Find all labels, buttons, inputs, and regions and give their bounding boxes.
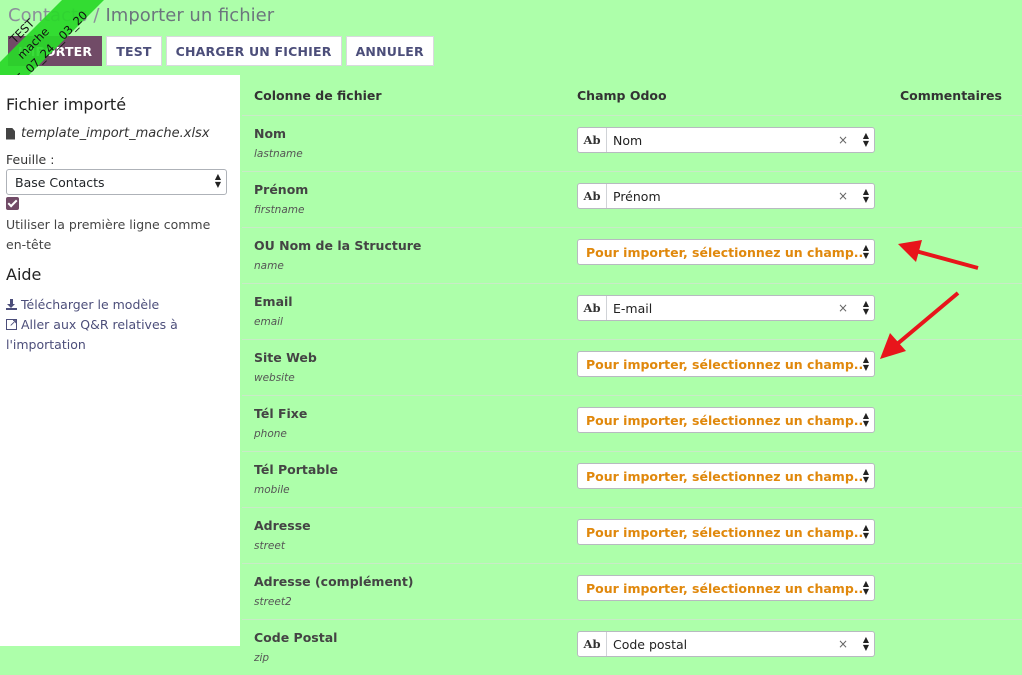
load-file-button[interactable]: CHARGER UN FICHIER — [165, 36, 342, 66]
file-column-name: Code Postal — [254, 630, 338, 645]
table-row: Tél Fixe phone Pour importer, sélectionnez… — [242, 395, 1022, 451]
select-arrows-icon: ▲ ▼ — [862, 355, 869, 372]
sidebar: Fichier importé template_import_mache.xl… — [0, 75, 240, 646]
file-column-key: email — [254, 316, 283, 328]
char-type-icon: Ab — [578, 128, 607, 152]
faq-link-label: Aller aux Q&R relatives à l'importation — [6, 317, 178, 352]
odoo-field-select[interactable]: Pour importer, sélectionnez un champ... ▲… — [577, 463, 875, 489]
help-title: Aide — [6, 265, 42, 284]
table-row: Code Postal zip Ab Code postal × ▲ ▼ — [242, 619, 1022, 675]
select-arrows-icon: ▲ ▼ — [862, 299, 869, 316]
first-line-header-checkbox[interactable] — [6, 197, 19, 210]
file-icon — [6, 127, 15, 140]
file-column-name: Prénom — [254, 182, 309, 197]
file-column-key: mobile — [254, 484, 290, 496]
external-link-icon — [6, 314, 17, 334]
faq-link[interactable]: Aller aux Q&R relatives à l'importation — [6, 314, 234, 354]
file-column-name: Adresse — [254, 518, 311, 533]
download-icon — [6, 299, 17, 310]
select-arrows-icon: ▲ ▼ — [862, 187, 869, 204]
odoo-field-select[interactable]: Ab E-mail × ▲ ▼ — [577, 295, 875, 321]
file-column-key: firstname — [254, 204, 305, 216]
file-line: template_import_mache.xlsx — [6, 126, 210, 141]
sheet-select-value: Base Contacts — [15, 174, 105, 190]
cancel-button[interactable]: ANNULER — [345, 36, 434, 66]
field-placeholder: Pour importer, sélectionnez un champ... — [586, 244, 869, 260]
odoo-field-select[interactable]: Ab Prénom × ▲ ▼ — [577, 183, 875, 209]
file-column-name: OU Nom de la Structure — [254, 238, 422, 253]
select-arrows-icon: ▲ ▼ — [214, 172, 221, 189]
odoo-field-select[interactable]: Pour importer, sélectionnez un champ... ▲… — [577, 239, 875, 265]
file-column-name: Nom — [254, 126, 287, 141]
odoo-field-select[interactable]: Ab Nom × ▲ ▼ — [577, 127, 875, 153]
table-row: Tél Portable mobile Pour importer, sélecti… — [242, 451, 1022, 507]
file-column-key: phone — [254, 428, 287, 440]
column-header-comments: Commentaires — [900, 88, 1002, 103]
file-column-name: Site Web — [254, 350, 317, 365]
file-column-key: street2 — [254, 596, 292, 608]
select-arrows-icon: ▲ ▼ — [862, 635, 869, 652]
file-column-key: name — [254, 260, 284, 272]
field-value: E-mail — [613, 300, 653, 316]
table-row: Site Web website Pour importer, sélectionn… — [242, 339, 1022, 395]
table-row: Prénom firstname Ab Prénom × ▲ ▼ — [242, 171, 1022, 227]
select-arrows-icon: ▲ ▼ — [862, 579, 869, 596]
file-column-key: website — [254, 372, 295, 384]
column-header-odoo: Champ Odoo — [577, 88, 667, 103]
field-placeholder: Pour importer, sélectionnez un champ... — [586, 580, 869, 596]
file-column-key: street — [254, 540, 285, 552]
char-type-icon: Ab — [578, 632, 607, 656]
odoo-field-select[interactable]: Pour importer, sélectionnez un champ... ▲… — [577, 407, 875, 433]
table-row: Adresse (complément) street2 Pour importer… — [242, 563, 1022, 619]
odoo-field-select[interactable]: Pour importer, sélectionnez un champ... ▲… — [577, 351, 875, 377]
table-row: Email email Ab E-mail × ▲ ▼ — [242, 283, 1022, 339]
char-type-icon: Ab — [578, 184, 607, 208]
field-value: Nom — [613, 132, 643, 148]
first-line-header-label: Utiliser la première ligne comme en-tête — [6, 217, 211, 252]
clear-icon[interactable]: × — [838, 301, 848, 315]
download-template-link[interactable]: Télécharger le modèle — [6, 295, 234, 315]
char-type-icon: Ab — [578, 296, 607, 320]
clear-icon[interactable]: × — [838, 133, 848, 147]
file-column-name: Email — [254, 294, 293, 309]
select-arrows-icon: ▲ ▼ — [862, 131, 869, 148]
odoo-field-select[interactable]: Pour importer, sélectionnez un champ... ▲… — [577, 575, 875, 601]
field-placeholder: Pour importer, sélectionnez un champ... — [586, 356, 869, 372]
select-arrows-icon: ▲ ▼ — [862, 523, 869, 540]
page-title: Importer un fichier — [105, 5, 275, 26]
sheet-label: Feuille : — [6, 152, 55, 167]
field-placeholder: Pour importer, sélectionnez un champ... — [586, 524, 869, 540]
select-arrows-icon: ▲ ▼ — [862, 411, 869, 428]
clear-icon[interactable]: × — [838, 189, 848, 203]
mapping-table: Colonne de fichier Champ Odoo Commentair… — [242, 75, 1022, 664]
file-column-key: lastname — [254, 148, 303, 160]
field-placeholder: Pour importer, sélectionnez un champ... — [586, 468, 869, 484]
imported-file-title: Fichier importé — [6, 95, 127, 114]
header: Contacts/Importer un fichier IMPORTER TE… — [0, 0, 1022, 75]
odoo-field-select[interactable]: Ab Code postal × ▲ ▼ — [577, 631, 875, 657]
select-arrows-icon: ▲ ▼ — [862, 243, 869, 260]
table-row: Nom lastname Ab Nom × ▲ ▼ — [242, 115, 1022, 171]
odoo-field-select[interactable]: Pour importer, sélectionnez un champ... ▲… — [577, 519, 875, 545]
table-row: OU Nom de la Structure name Pour importer,… — [242, 227, 1022, 283]
file-column-key: zip — [254, 652, 270, 664]
sheet-select[interactable]: Base Contacts ▲ ▼ — [6, 169, 227, 195]
file-name: template_import_mache.xlsx — [21, 126, 210, 141]
download-template-label: Télécharger le modèle — [21, 297, 160, 312]
file-column-name: Tél Fixe — [254, 406, 308, 421]
clear-icon[interactable]: × — [838, 637, 848, 651]
field-placeholder: Pour importer, sélectionnez un champ... — [586, 412, 869, 428]
field-value: Prénom — [613, 188, 661, 204]
table-row: Adresse street Pour importer, sélectionnez… — [242, 507, 1022, 563]
column-header-file: Colonne de fichier — [254, 88, 382, 103]
field-value: Code postal — [613, 636, 688, 652]
file-column-name: Adresse (complément) — [254, 574, 414, 589]
file-column-name: Tél Portable — [254, 462, 339, 477]
select-arrows-icon: ▲ ▼ — [862, 467, 869, 484]
test-button[interactable]: TEST — [106, 36, 162, 66]
